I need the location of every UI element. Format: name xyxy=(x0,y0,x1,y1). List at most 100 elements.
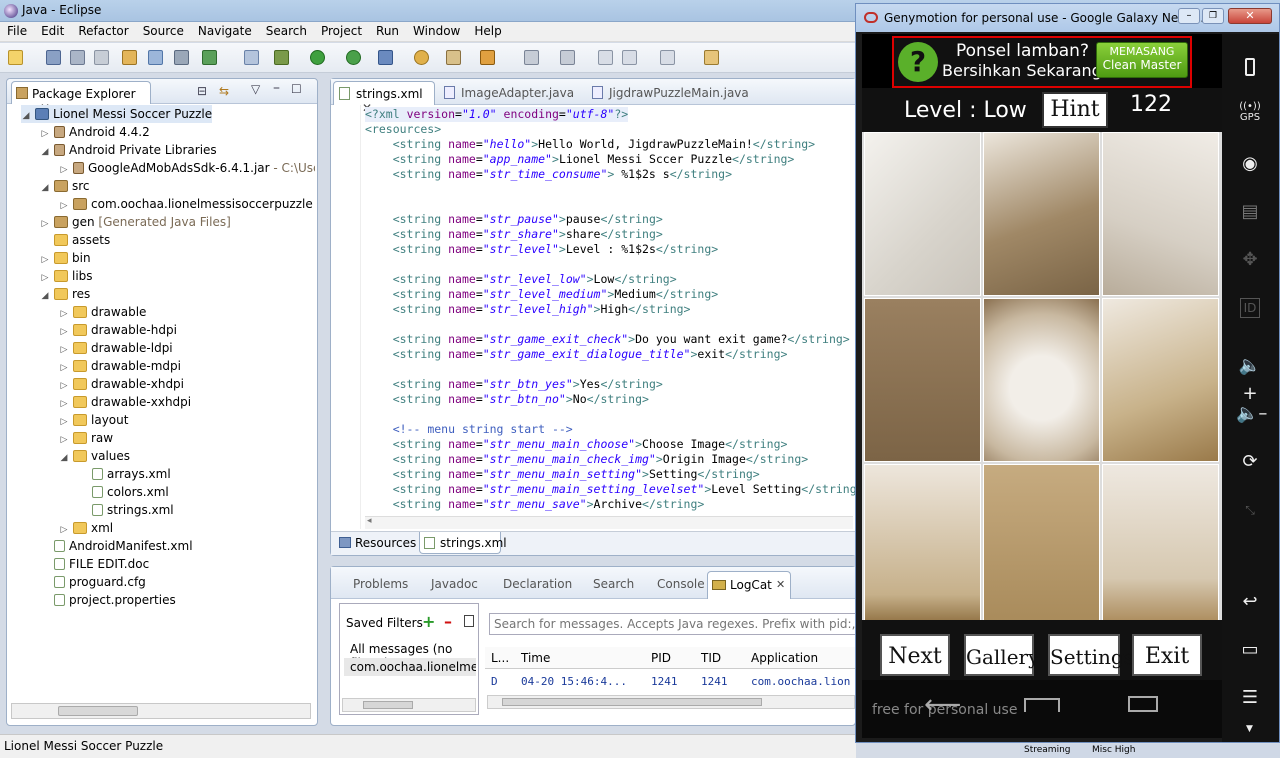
tree-item[interactable]: ▷ layout xyxy=(59,411,129,429)
tree-item[interactable]: FILE EDIT.doc xyxy=(40,555,149,573)
tree-item[interactable]: ▷ libs xyxy=(40,267,93,285)
gallery-button[interactable]: Gallery xyxy=(964,634,1039,676)
puzzle-tile[interactable] xyxy=(983,298,1100,462)
tree-item[interactable]: ▷ drawable-xhdpi xyxy=(59,375,184,393)
nav-recent-icon[interactable] xyxy=(1128,696,1158,712)
gps-icon[interactable]: ((•)) GPS xyxy=(1236,102,1264,130)
puzzle-tile[interactable] xyxy=(1102,132,1219,296)
open-type-icon[interactable] xyxy=(446,50,461,65)
tree-item[interactable]: ▷ drawable-mdpi xyxy=(59,357,181,375)
close-icon[interactable]: ✕ xyxy=(776,578,785,591)
nav-back-icon[interactable]: ⟵ xyxy=(924,690,961,720)
col-application[interactable]: Application xyxy=(751,651,818,665)
last-edit-icon[interactable] xyxy=(598,50,613,65)
volume-up-icon[interactable]: 🔈+ xyxy=(1236,352,1264,404)
logcat-search-input[interactable] xyxy=(489,613,857,635)
run-icon[interactable] xyxy=(310,50,325,65)
dpad-icon[interactable]: ✥ xyxy=(1236,246,1264,274)
ad-banner[interactable]: ? Ponsel lamban? Bersihkan Sekarang MEMA… xyxy=(892,36,1192,88)
new-icon[interactable] xyxy=(8,50,23,65)
close-button[interactable]: ✕ xyxy=(1228,8,1272,24)
expanded-arrow-icon[interactable]: ◢ xyxy=(59,449,69,467)
expanded-arrow-icon[interactable]: ◢ xyxy=(40,179,50,197)
tree-item[interactable]: ▷ Android 4.4.2 xyxy=(40,123,150,141)
exit-button[interactable]: Exit xyxy=(1132,634,1202,676)
tab-search[interactable]: Search xyxy=(593,577,634,591)
minimize-icon[interactable]: – xyxy=(273,80,280,96)
puzzle-tile[interactable] xyxy=(983,132,1100,296)
collapse-all-icon[interactable]: ⊟ xyxy=(197,84,207,98)
tab-javadoc[interactable]: Javadoc xyxy=(431,577,478,591)
tree-item[interactable]: ▷ bin xyxy=(40,249,91,267)
expanded-arrow-icon[interactable]: ◢ xyxy=(40,143,50,161)
rotate-icon[interactable]: ⟳ xyxy=(1236,448,1264,476)
recent-apps-icon[interactable]: ▭ xyxy=(1236,636,1264,664)
col-tid[interactable]: TID xyxy=(701,651,721,665)
menu-source[interactable]: Source xyxy=(136,22,191,38)
tree-item[interactable]: ▷ raw xyxy=(59,429,114,447)
col-pid[interactable]: PID xyxy=(651,651,671,665)
menu-file[interactable]: File xyxy=(0,22,34,38)
battery-icon[interactable] xyxy=(1236,54,1264,82)
xml-code-area[interactable]: <?xml version="1.0" encoding="utf-8"?> <r… xyxy=(365,107,855,517)
save-all-icon[interactable] xyxy=(70,50,85,65)
tree-item[interactable]: ◢ Lionel Messi Soccer Puzzle xyxy=(21,105,213,123)
view-menu-icon[interactable]: ▽ xyxy=(251,82,260,96)
tab-logcat[interactable]: LogCat ✕ xyxy=(707,571,791,599)
save-icon[interactable] xyxy=(46,50,61,65)
tree-item[interactable]: ◢ src xyxy=(40,177,90,195)
expanded-arrow-icon[interactable]: ◢ xyxy=(40,287,50,305)
next-annotation-icon[interactable] xyxy=(524,50,539,65)
scroll-down-icon[interactable]: ▼ xyxy=(1246,724,1253,734)
menu-project[interactable]: Project xyxy=(314,22,369,38)
settings-button[interactable]: Settings xyxy=(1048,634,1134,676)
menu-navigate[interactable]: Navigate xyxy=(191,22,259,38)
tab-declaration[interactable]: Declaration xyxy=(503,577,572,591)
puzzle-tile[interactable] xyxy=(983,464,1100,628)
back-icon[interactable]: ↩ xyxy=(1236,588,1264,616)
volume-down-icon[interactable]: 🔈– xyxy=(1236,400,1267,428)
edit-filter-icon[interactable] xyxy=(464,615,474,627)
checkbox-icon[interactable] xyxy=(202,50,217,65)
scroll-left-icon[interactable]: ◂ xyxy=(367,516,372,526)
print-icon[interactable] xyxy=(94,50,109,65)
tree-item[interactable]: colors.xml xyxy=(78,483,169,501)
filter-app-selected[interactable]: com.oochaa.lionelmess xyxy=(344,658,476,676)
webcam-icon[interactable]: ◉ xyxy=(1236,150,1264,178)
tree-item[interactable]: ◢ values xyxy=(59,447,131,467)
forward-arrow-icon[interactable] xyxy=(660,50,675,65)
scrollbar-thumb[interactable] xyxy=(58,706,138,716)
taskbar-streaming[interactable]: Streaming xyxy=(1024,745,1070,755)
logcat-scrollbar[interactable] xyxy=(487,695,855,709)
taskbar-misc-high[interactable]: Misc High xyxy=(1092,745,1135,755)
menu-search[interactable]: Search xyxy=(259,22,314,38)
tree-item[interactable]: project.properties xyxy=(40,591,176,609)
filters-scrollbar[interactable] xyxy=(342,698,476,712)
tree-item[interactable]: strings.xml xyxy=(78,501,174,519)
tab-problems[interactable]: Problems xyxy=(353,577,408,591)
puzzle-tile[interactable] xyxy=(1102,298,1219,462)
col-time[interactable]: Time xyxy=(521,651,550,665)
editor-tab-jigdrawpuzzlemain[interactable]: JigdrawPuzzleMain.java xyxy=(587,81,749,105)
scale-icon[interactable]: ⤡ xyxy=(1236,496,1264,524)
tree-item[interactable]: ▷ drawable-xxhdpi xyxy=(59,393,192,411)
clapper-icon[interactable]: ▤ xyxy=(1236,198,1264,226)
window-icon[interactable] xyxy=(148,50,163,65)
remove-filter-icon[interactable]: – xyxy=(444,612,452,631)
ad-install-button[interactable]: MEMASANG Clean Master xyxy=(1096,42,1188,78)
import-icon[interactable] xyxy=(122,50,137,65)
puzzle-tile[interactable] xyxy=(1102,464,1219,628)
col-level[interactable]: L... xyxy=(491,651,509,665)
android-sdk-icon[interactable] xyxy=(378,50,393,65)
hint-button[interactable]: Hint xyxy=(1042,92,1108,128)
toggle-icon[interactable] xyxy=(174,50,189,65)
restore-button[interactable]: ❐ xyxy=(1202,8,1224,24)
puzzle-tile[interactable] xyxy=(864,298,981,462)
id-icon[interactable]: ID xyxy=(1236,294,1264,322)
editor-tab-imageadapter[interactable]: ImageAdapter.java xyxy=(439,81,574,105)
menu-run[interactable]: Run xyxy=(369,22,406,38)
horizontal-scrollbar[interactable] xyxy=(11,703,311,719)
search-icon[interactable] xyxy=(480,50,495,65)
tree-item[interactable]: ▷GoogleAdMobAdsSdk-6.4.1.jar - C:\Users xyxy=(59,159,315,177)
tree-item[interactable]: ▷ drawable-hdpi xyxy=(59,321,177,339)
